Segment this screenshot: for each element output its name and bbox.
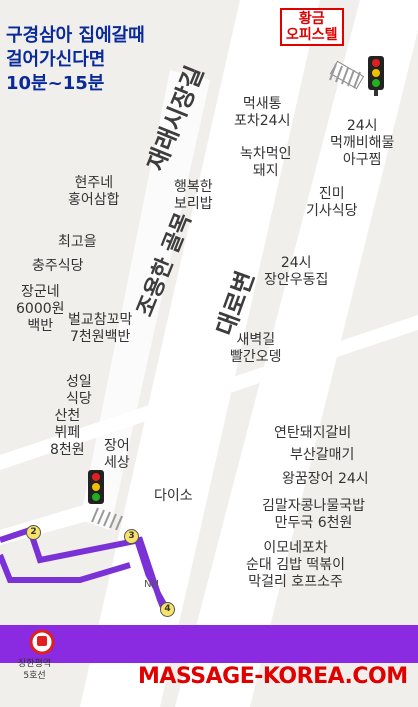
place-label[interactable]: 벌교참꼬막 7천원백반 — [68, 312, 132, 346]
place-label[interactable]: 녹차먹인 돼지 — [240, 146, 292, 180]
place-label[interactable]: 연탄돼지갈비 — [274, 425, 351, 442]
place-label[interactable]: 부산갈매기 — [290, 447, 354, 464]
station-name[interactable]: 장한평역 5호선 — [18, 658, 51, 682]
exit-marker[interactable]: 4 — [160, 602, 175, 617]
place-label[interactable]: 왕꿈장어 24시 — [282, 471, 369, 488]
road-network — [0, 0, 418, 707]
subway-station-icon[interactable] — [29, 629, 55, 655]
place-label[interactable]: 새벽길 빨간오뎅 — [230, 332, 282, 366]
destination-badge[interactable]: 황금 오피스텔 — [280, 8, 344, 46]
place-label[interactable]: 성일 식당 — [66, 374, 92, 408]
place-label[interactable]: 먹새통 포차24시 — [234, 96, 290, 130]
map[interactable]: 구경삼아 집에갈때 걸어가신다면 10분~15분 황금 오피스텔 재래시장길 조… — [0, 0, 418, 707]
place-label[interactable]: 24시 먹깨비해물 아구찜 — [330, 118, 394, 169]
place-label[interactable]: 이모네포차 순대 김밥 떡볶이 막걸리 호프소주 — [246, 540, 345, 591]
station-name-line-2: 5호선 — [23, 671, 46, 681]
place-label[interactable]: 장군네 6000원 백반 — [16, 284, 65, 335]
place-label[interactable]: 다이소 — [154, 488, 193, 505]
place-label[interactable]: 김말자콩나물국밥 만두국 6천원 — [262, 498, 365, 532]
place-label[interactable]: 행복한 보리밥 — [174, 179, 213, 213]
headline-line-1: 구경삼아 집에갈때 — [6, 25, 145, 46]
station-name-line-1: 장한평역 — [18, 659, 52, 669]
badge-line-2: 오피스텔 — [286, 27, 338, 43]
traffic-light-icon — [88, 470, 104, 504]
exit-marker[interactable]: 3 — [124, 529, 139, 544]
watermark: MASSAGE-KOREA.COM — [138, 664, 408, 689]
nh-label: NH — [144, 579, 159, 590]
place-label[interactable]: 산천 뷔페 8천원 — [50, 408, 85, 459]
badge-line-1: 황금 — [298, 11, 325, 27]
place-label[interactable]: 진미 기사식당 — [306, 186, 358, 220]
exit-marker[interactable]: 2 — [26, 525, 41, 540]
place-label[interactable]: 24시 장안우동집 — [264, 255, 328, 289]
directions-headline: 구경삼아 집에갈때 걸어가신다면 10분~15분 — [6, 24, 145, 96]
headline-line-2: 걸어가신다면 — [6, 49, 106, 70]
headline-line-3: 10분~15분 — [6, 73, 105, 94]
place-label[interactable]: 현주네 홍어삼합 — [68, 175, 120, 209]
place-label[interactable]: 충주식당 — [32, 258, 84, 275]
place-label[interactable]: 최고을 — [58, 234, 97, 251]
subway-line — [0, 625, 418, 663]
place-label[interactable]: 장어 세상 — [104, 438, 130, 472]
